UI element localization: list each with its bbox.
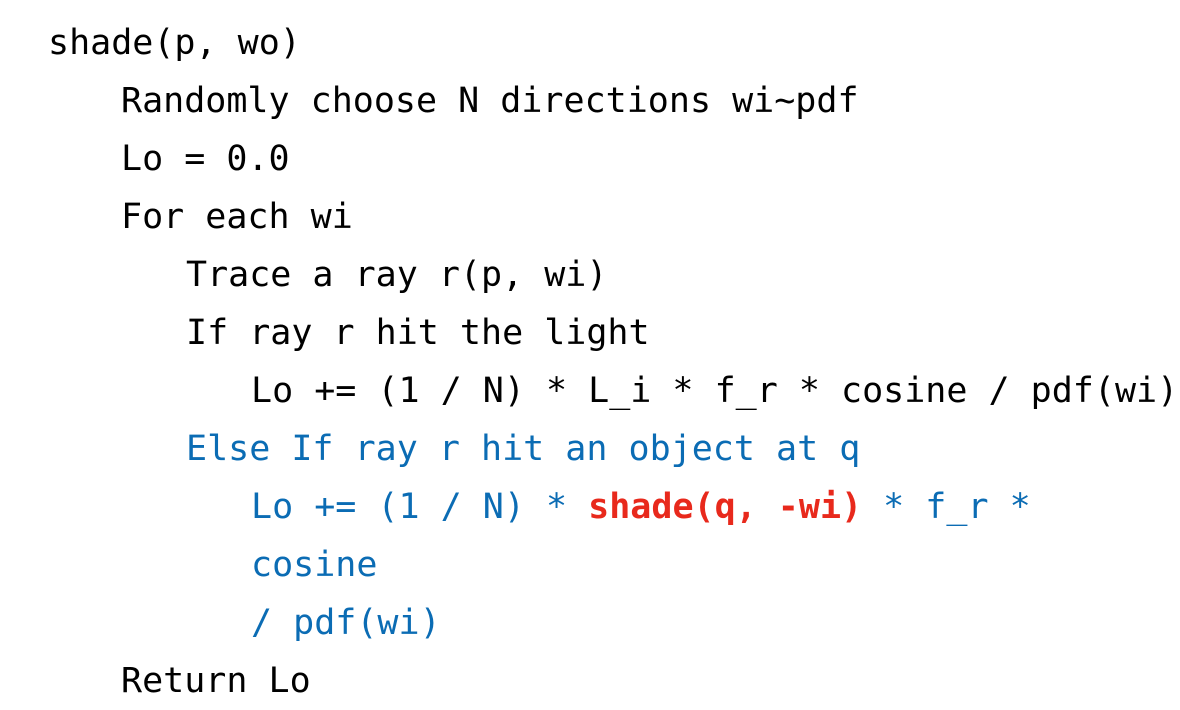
pseudocode-block: shade(p, wo) Randomly choose N direction… <box>0 14 1180 710</box>
code-line-return-lo: Return Lo <box>121 661 311 701</box>
code-line-if-hit-light: If ray r hit the light <box>186 313 650 353</box>
recursive-line-prefix: Lo += (1 / N) * <box>251 487 589 527</box>
recursive-shade-call-highlight: shade(q, -wi) <box>588 487 863 527</box>
code-line-else-if-hit-object: Else If ray r hit an object at q <box>186 429 861 469</box>
code-line-for-each-wi: For each wi <box>121 197 353 237</box>
code-line-function-signature: shade(p, wo) <box>48 23 301 63</box>
recursive-line-continuation: / pdf(wi) <box>251 603 441 643</box>
pseudocode-slide: shade(p, wo) Randomly choose N direction… <box>0 0 1180 701</box>
code-line-randomly-choose-directions: Randomly choose N directions wi~pdf <box>121 81 859 121</box>
code-line-recursive-shade-call: Lo += (1 / N) * shade(q, -wi) * f_r * co… <box>251 478 1151 652</box>
code-line-trace-ray: Trace a ray r(p, wi) <box>186 255 608 295</box>
code-line-init-lo: Lo = 0.0 <box>121 139 290 179</box>
code-line-accumulate-light-contribution: Lo += (1 / N) * L_i * f_r * cosine / pdf… <box>251 371 1179 411</box>
